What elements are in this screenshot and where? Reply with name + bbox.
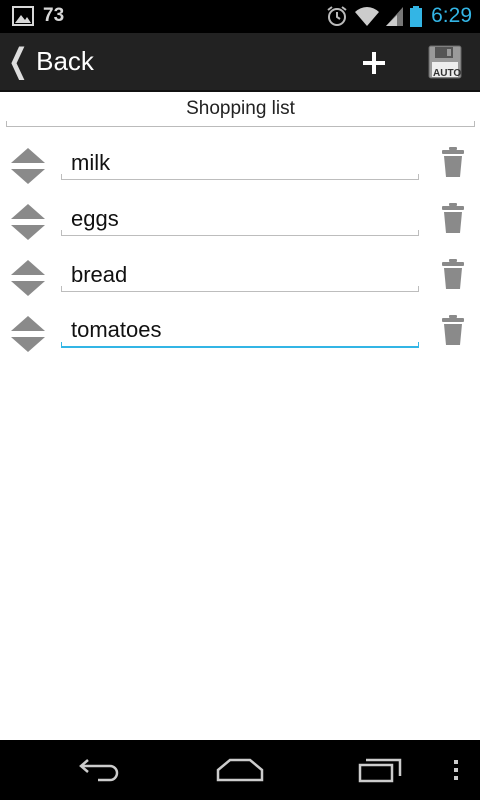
recents-nav-icon[interactable] [358,756,404,784]
back-label: Back [36,45,94,76]
trash-icon[interactable] [441,257,465,291]
home-nav-icon[interactable] [216,756,264,784]
reorder-arrows-icon[interactable] [9,314,47,354]
reorder-arrows-icon[interactable] [9,202,47,242]
reorder-arrows-icon[interactable] [9,146,47,186]
add-item-button[interactable] [352,43,396,83]
chevron-left-icon: ❮ [8,42,29,80]
item-field-wrap [61,202,419,236]
item-text-field[interactable] [61,202,419,236]
battery-icon [410,6,423,27]
wifi-icon [355,7,380,26]
list-item [0,254,480,310]
status-bar: 73 6:29 [0,0,480,33]
list-item [0,310,480,366]
trash-icon[interactable] [441,145,465,179]
menu-overflow-icon[interactable] [452,756,460,784]
item-text-field[interactable] [61,146,419,180]
alarm-icon [327,6,347,26]
item-text-field-focused[interactable] [61,314,419,348]
trash-icon[interactable] [441,313,465,347]
list-title: Shopping list [6,98,475,127]
save-auto-label: AUTO [433,68,462,79]
signal-icon [386,7,404,26]
list-item [0,142,480,198]
notification-count: 73 [43,5,65,26]
trash-icon[interactable] [441,201,465,235]
plus-icon [363,52,385,74]
item-field-wrap-focused [61,314,419,348]
action-bar: ❮ Back AUTO [0,33,480,92]
image-notification-icon [12,6,34,26]
back-button[interactable]: ❮ Back [8,42,94,80]
navigation-bar [0,740,480,800]
item-field-wrap [61,258,419,292]
list-item [0,198,480,254]
item-field-wrap [61,146,419,180]
item-text-field[interactable] [61,258,419,292]
save-auto-button[interactable]: AUTO [426,43,464,83]
back-nav-icon[interactable] [78,756,122,784]
clock-time: 6:29 [431,4,472,27]
reorder-arrows-icon[interactable] [9,258,47,298]
